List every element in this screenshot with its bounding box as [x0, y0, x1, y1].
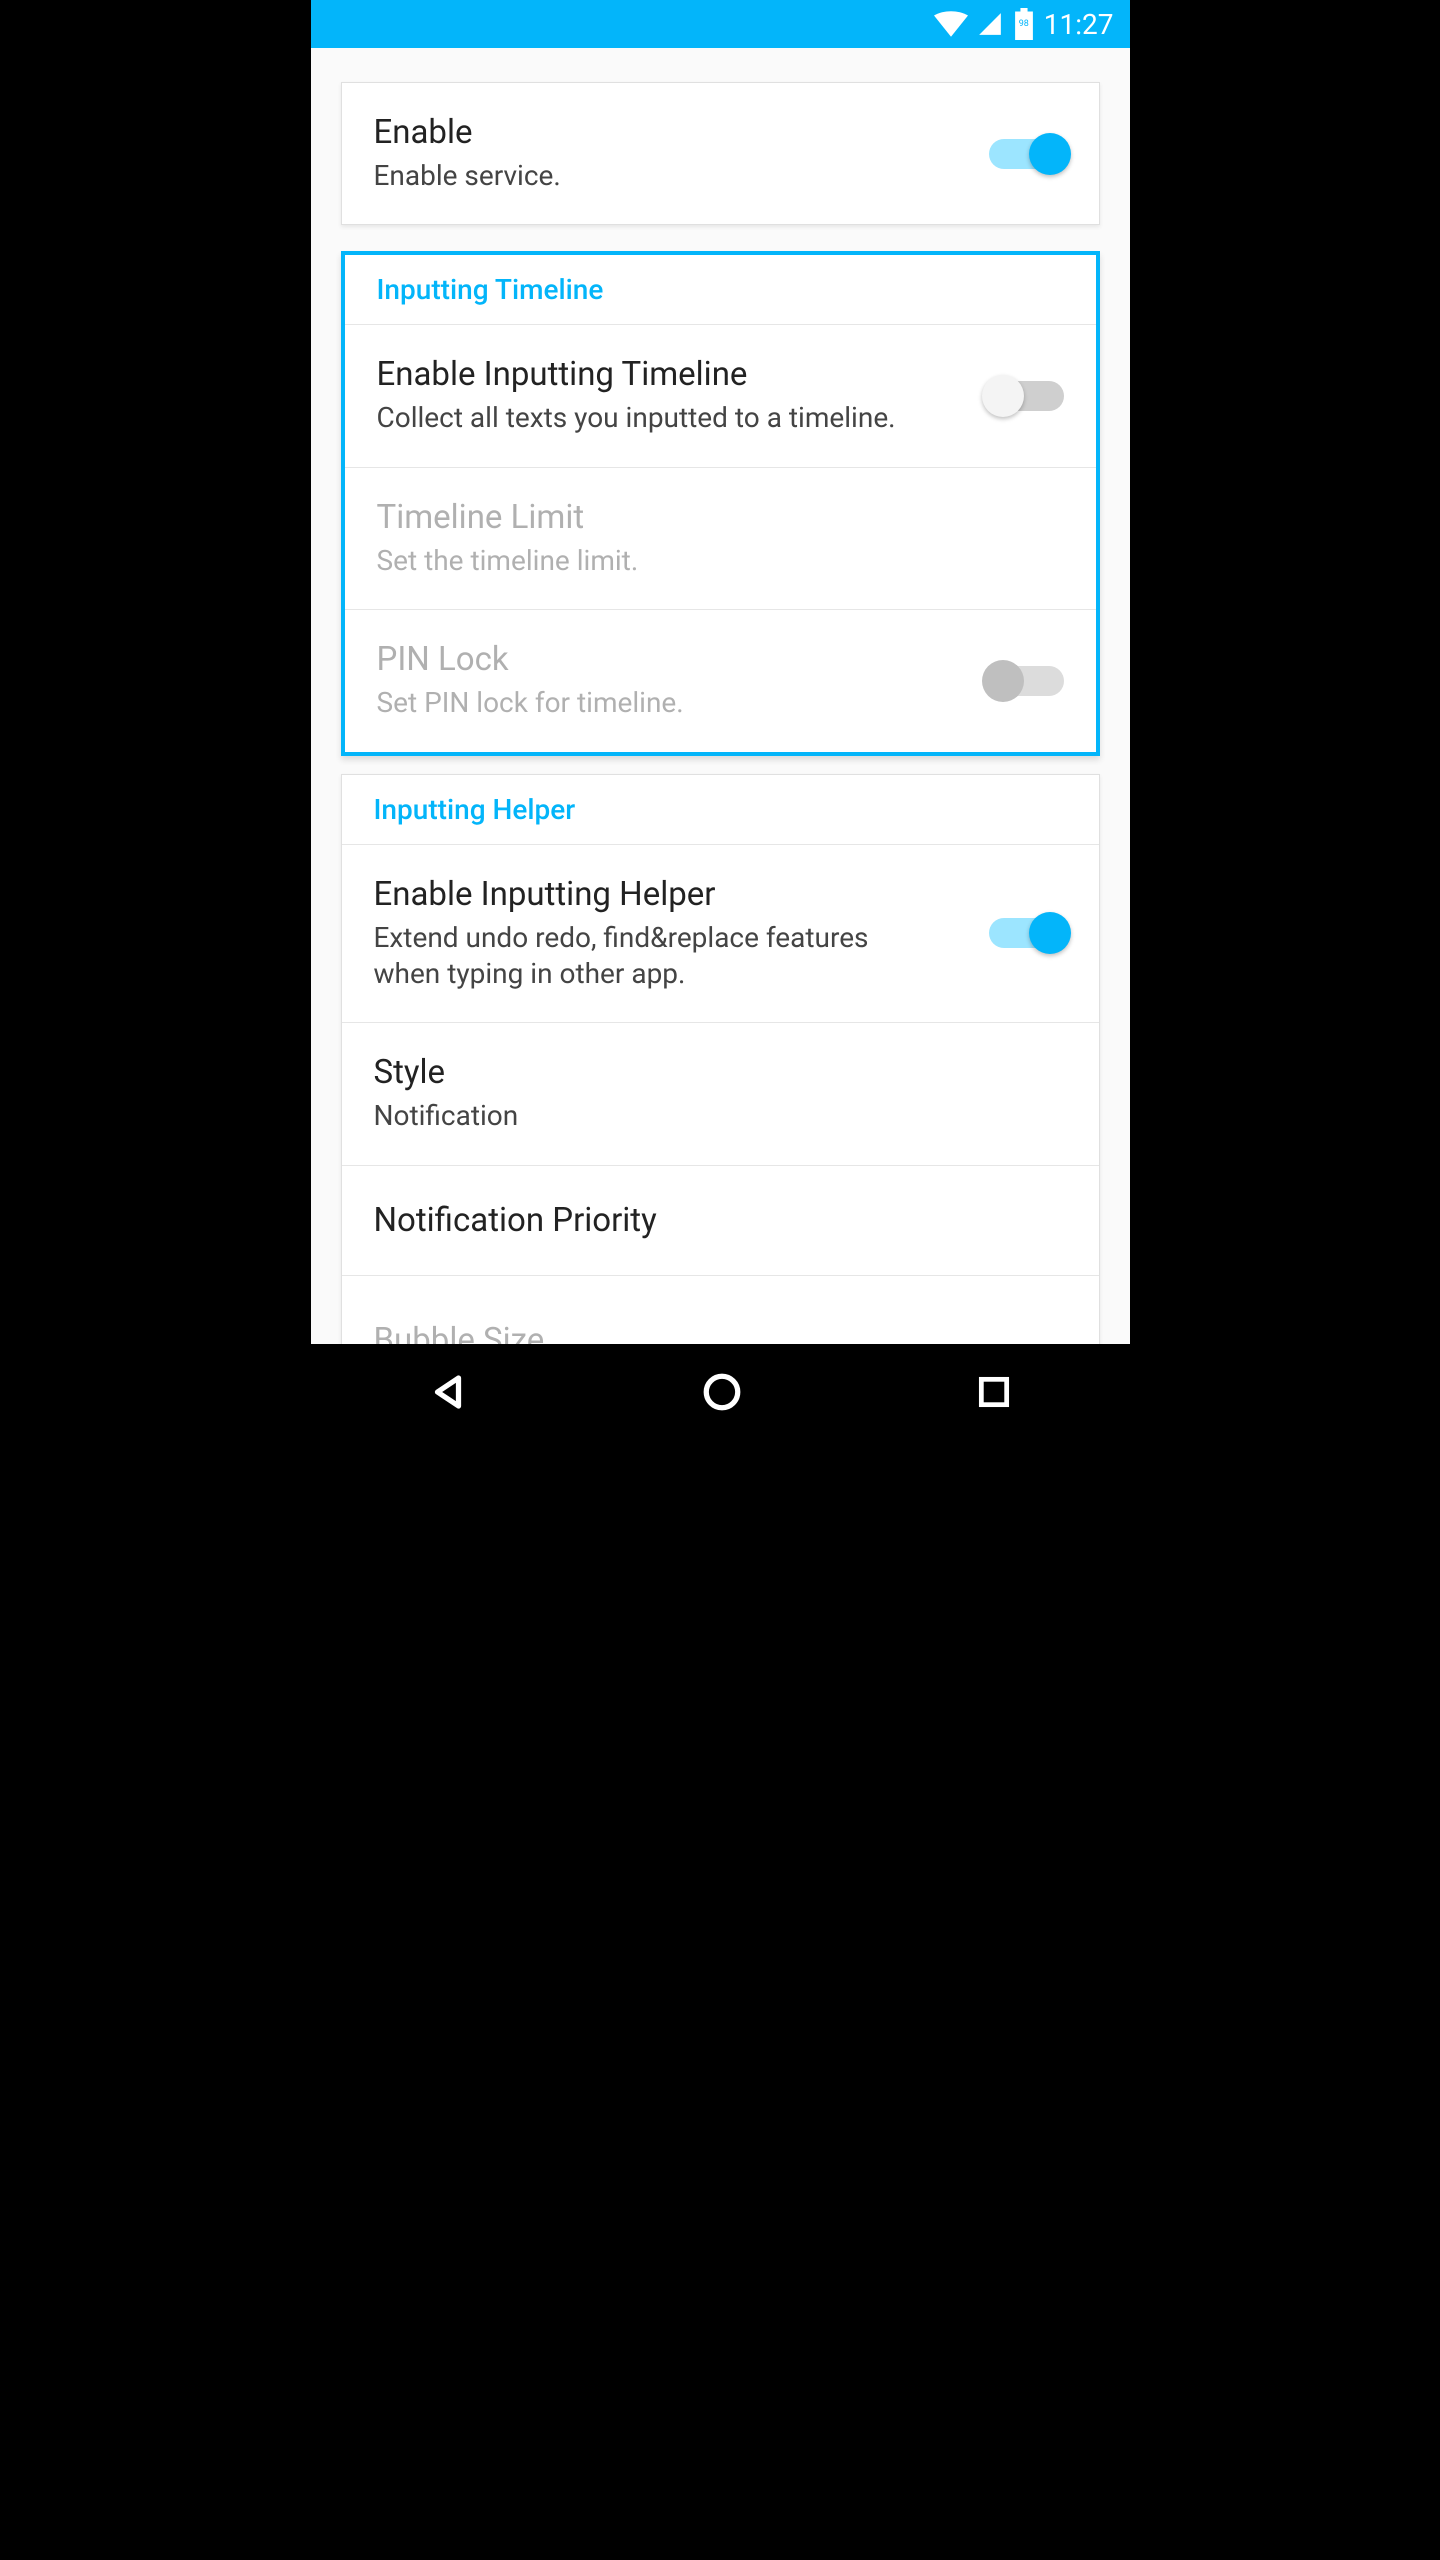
home-icon[interactable] — [701, 1371, 743, 1413]
row-enable-timeline[interactable]: Enable Inputting Timeline Collect all te… — [345, 324, 1096, 466]
card-enable: Enable Enable service. — [341, 82, 1100, 225]
enable-helper-sub: Extend undo redo, find&replace features … — [374, 920, 894, 993]
style-title: Style — [374, 1053, 1067, 1092]
back-icon[interactable] — [427, 1371, 469, 1413]
battery-icon: 98 — [1012, 8, 1036, 40]
card-timeline: Inputting Timeline Enable Inputting Time… — [341, 251, 1100, 755]
enable-timeline-sub: Collect all texts you inputted to a time… — [377, 400, 966, 436]
row-timeline-limit: Timeline Limit Set the timeline limit. — [345, 467, 1096, 609]
toggle-enable-helper[interactable] — [989, 918, 1067, 948]
status-bar: 98 11:27 — [311, 0, 1130, 48]
pin-lock-sub: Set PIN lock for timeline. — [377, 685, 966, 721]
settings-content: Enable Enable service. Inputting Timelin… — [311, 48, 1130, 1344]
section-timeline: Inputting Timeline — [345, 255, 1096, 324]
timeline-limit-sub: Set the timeline limit. — [377, 543, 1064, 579]
enable-timeline-title: Enable Inputting Timeline — [377, 355, 966, 394]
row-enable[interactable]: Enable Enable service. — [342, 83, 1099, 224]
enable-title: Enable — [374, 113, 969, 152]
timeline-limit-title: Timeline Limit — [377, 498, 1064, 537]
bubble-size-title: Bubble Size — [374, 1321, 1067, 1344]
enable-helper-title: Enable Inputting Helper — [374, 875, 969, 914]
row-pin-lock: PIN Lock Set PIN lock for timeline. — [345, 609, 1096, 751]
nav-bar — [311, 1344, 1130, 1440]
row-notification-priority[interactable]: Notification Priority — [342, 1165, 1099, 1275]
toggle-enable-timeline[interactable] — [986, 381, 1064, 411]
card-helper: Inputting Helper Enable Inputting Helper… — [341, 774, 1100, 1344]
toggle-pin-lock — [986, 666, 1064, 696]
row-bubble-size: Bubble Size — [342, 1275, 1099, 1344]
section-helper: Inputting Helper — [342, 775, 1099, 844]
row-style[interactable]: Style Notification — [342, 1022, 1099, 1164]
clock: 11:27 — [1044, 8, 1114, 41]
signal-icon — [976, 11, 1004, 37]
recent-icon[interactable] — [975, 1373, 1013, 1411]
toggle-enable[interactable] — [989, 139, 1067, 169]
battery-percent: 98 — [1019, 19, 1029, 29]
notification-priority-title: Notification Priority — [374, 1201, 1067, 1240]
row-enable-helper[interactable]: Enable Inputting Helper Extend undo redo… — [342, 844, 1099, 1023]
wifi-icon — [934, 11, 968, 37]
phone-screen: 98 11:27 Enable Enable service. Inputtin… — [311, 0, 1130, 1440]
pin-lock-title: PIN Lock — [377, 640, 966, 679]
enable-sub: Enable service. — [374, 158, 969, 194]
style-sub: Notification — [374, 1098, 1067, 1134]
